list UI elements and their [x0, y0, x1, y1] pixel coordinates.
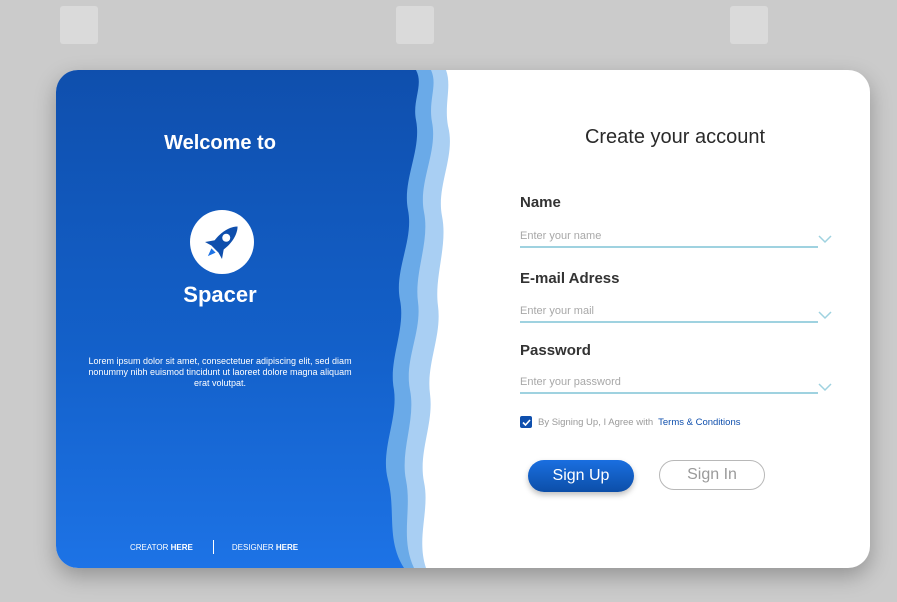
watermark-icon — [730, 6, 768, 44]
watermark-icon — [396, 6, 434, 44]
creator-link[interactable]: HERE — [171, 543, 193, 552]
rocket-icon — [190, 210, 254, 274]
welcome-description: Lorem ipsum dolor sit amet, consectetuer… — [88, 356, 352, 388]
checkmark-icon — [818, 311, 832, 320]
name-input[interactable] — [520, 226, 818, 248]
terms-checkbox[interactable] — [520, 416, 532, 428]
signup-card: Welcome to Spacer Lorem ipsum dolor sit … — [56, 70, 870, 568]
password-label: Password — [520, 342, 591, 359]
designer-prefix: DESIGNER — [231, 542, 274, 552]
form-title: Create your account — [584, 126, 766, 148]
welcome-title: Welcome to — [164, 132, 276, 154]
credits-footer: CREATOR HERE DESIGNER HERE — [130, 540, 298, 554]
terms-link[interactable]: Terms & Conditions — [658, 417, 740, 428]
checkmark-icon — [818, 235, 832, 244]
terms-row: By Signing Up, I Agree with Terms & Cond… — [520, 416, 741, 428]
password-input[interactable] — [520, 372, 818, 394]
watermark-icon — [60, 6, 98, 44]
sign-up-button[interactable]: Sign Up — [528, 460, 634, 492]
creator-prefix: CREATOR — [130, 542, 169, 552]
footer-divider — [212, 540, 214, 554]
email-input[interactable] — [520, 301, 818, 323]
brand-name: Spacer — [183, 282, 257, 307]
sign-in-button[interactable]: Sign In — [659, 460, 765, 490]
terms-text: By Signing Up, I Agree with — [538, 416, 654, 428]
cloud-divider — [385, 70, 536, 568]
email-label: E-mail Adress — [520, 270, 620, 287]
check-icon — [521, 418, 531, 426]
checkmark-icon — [818, 383, 832, 392]
designer-link[interactable]: HERE — [276, 543, 298, 552]
name-label: Name — [520, 194, 561, 211]
